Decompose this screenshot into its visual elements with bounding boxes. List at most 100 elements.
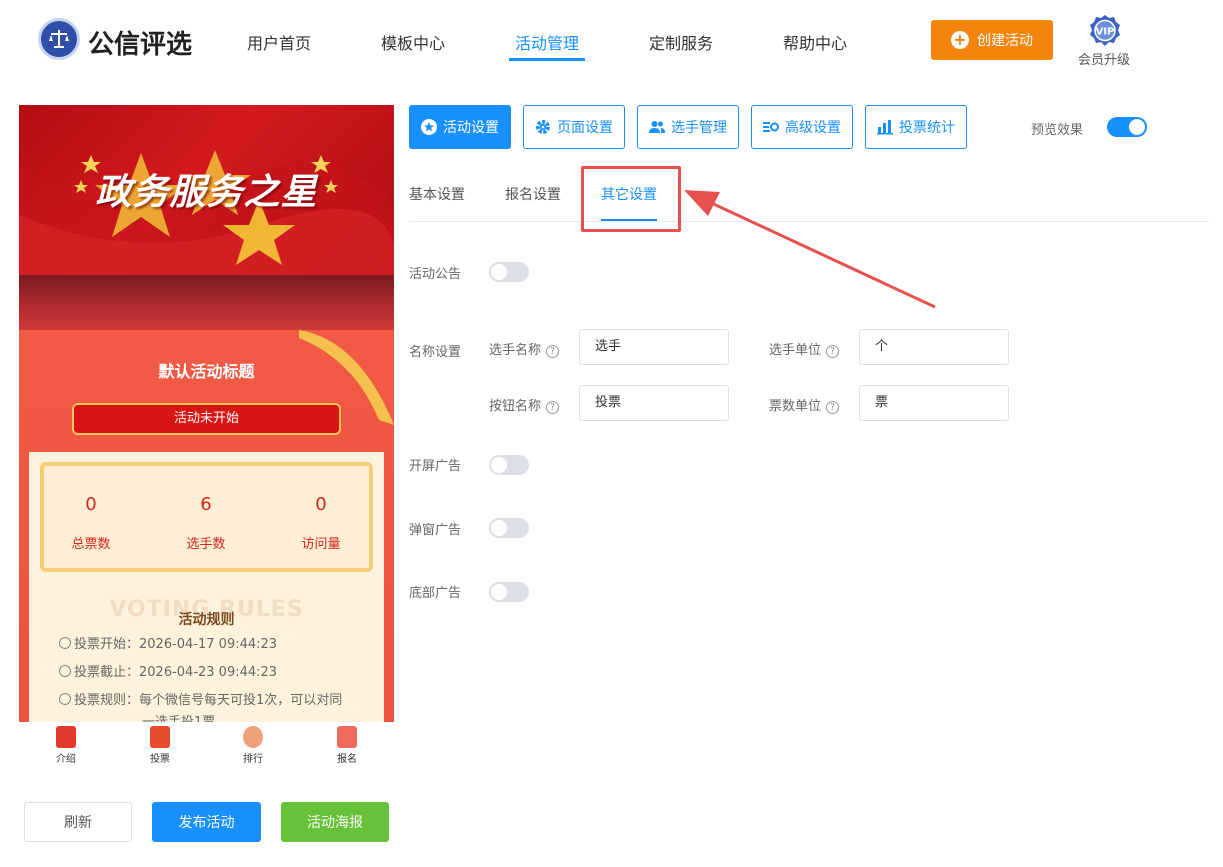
notice-toggle[interactable] xyxy=(489,262,529,282)
preview-effect-toggle[interactable] xyxy=(1107,117,1147,137)
top-header: 公信评选 用户首页 模板中心 活动管理 定制服务 帮助中心 + 创建活动 VIP… xyxy=(0,0,1223,80)
tab-signup-label: 报名 xyxy=(337,754,357,765)
vip-icon[interactable]: VIP xyxy=(1088,14,1122,48)
help-icon[interactable]: ? xyxy=(826,401,840,414)
nav-templates[interactable]: 模板中心 xyxy=(381,30,445,54)
bar-chart-icon xyxy=(877,120,893,135)
splash-ad-label: 开屏广告 xyxy=(409,459,462,474)
rules-title: 活动规则 xyxy=(178,612,235,628)
help-icon[interactable]: ? xyxy=(546,401,560,414)
sliders-icon xyxy=(763,122,779,132)
tab-intro-label: 介绍 xyxy=(56,754,76,765)
refresh-button[interactable]: 刷新 xyxy=(24,802,132,842)
info-icon xyxy=(59,693,71,705)
help-icon[interactable]: ? xyxy=(826,345,840,358)
tab-basic-settings[interactable]: 基本设置 xyxy=(409,184,465,204)
nav-home[interactable]: 用户首页 xyxy=(247,30,311,54)
stat-visits-value: 0 xyxy=(315,494,327,515)
button-name-input[interactable]: 投票 xyxy=(579,385,729,421)
activity-status-ribbon: 活动未开始 xyxy=(74,405,339,433)
toggle-knob xyxy=(1129,119,1145,135)
player-name-label: 选手名称 xyxy=(489,343,542,358)
stat-visits-label: 访问量 xyxy=(301,537,341,552)
popup-ad-label: 弹窗广告 xyxy=(409,523,462,538)
medal-icon xyxy=(243,726,263,748)
tab-ranking[interactable]: 排行 xyxy=(228,726,278,765)
vote-unit-input[interactable]: 票 xyxy=(859,385,1009,421)
button-name-field-label: 按钮名称? xyxy=(489,395,560,414)
toggle-knob xyxy=(491,520,507,536)
create-activity-label: 创建活动 xyxy=(977,33,1033,49)
annotation-arrow-icon xyxy=(684,190,936,309)
player-name-input[interactable]: 选手 xyxy=(579,329,729,365)
nav-activity-management[interactable]: 活动管理 xyxy=(515,30,579,54)
star-icon xyxy=(421,119,437,135)
tab-signup-settings[interactable]: 报名设置 xyxy=(505,184,561,204)
activity-title: 默认活动标题 xyxy=(158,362,255,381)
stat-players-value: 6 xyxy=(200,494,212,515)
intro-icon xyxy=(56,726,76,748)
tab-vote[interactable]: 投票 xyxy=(135,726,185,765)
button-name-label: 按钮名称 xyxy=(489,399,542,414)
player-unit-input[interactable]: 个 xyxy=(859,329,1009,365)
tab-signup[interactable]: 报名 xyxy=(322,726,372,765)
nav-active-indicator xyxy=(509,58,585,61)
player-management-label: 选手管理 xyxy=(671,120,727,136)
activity-settings-button[interactable]: 活动设置 xyxy=(409,105,511,149)
toggle-knob xyxy=(491,584,507,600)
rule-start: 投票开始：2026-04-17 09:44:23 xyxy=(74,637,278,652)
page-settings-button[interactable]: 页面设置 xyxy=(523,105,625,149)
tab-ranking-label: 排行 xyxy=(243,754,263,765)
preview-effect-label: 预览效果 xyxy=(1031,123,1084,138)
bottom-ad-label: 底部广告 xyxy=(409,586,462,601)
stat-players-label: 选手数 xyxy=(186,537,226,552)
stat-total-votes-value: 0 xyxy=(85,494,97,515)
annotation-highlight-box xyxy=(581,166,681,232)
nav-custom-service[interactable]: 定制服务 xyxy=(649,30,713,54)
help-icon[interactable]: ? xyxy=(546,345,560,358)
stat-total-votes-label: 总票数 xyxy=(71,537,111,552)
preview-banner: 政务服务之星 xyxy=(19,105,394,330)
users-icon xyxy=(649,121,665,133)
plus-icon: + xyxy=(951,31,969,49)
player-management-button[interactable]: 选手管理 xyxy=(637,105,739,149)
brand-name[interactable]: 公信评选 xyxy=(88,24,192,61)
page-settings-label: 页面设置 xyxy=(557,120,613,136)
vote-statistics-label: 投票统计 xyxy=(899,120,955,136)
create-activity-button[interactable]: + 创建活动 xyxy=(931,20,1053,60)
logo-icon[interactable] xyxy=(38,18,80,60)
bottom-ad-toggle[interactable] xyxy=(489,582,529,602)
publish-activity-button[interactable]: 发布活动 xyxy=(152,802,261,842)
rule-limit: 投票规则：每个微信号每天可投1次，可以对同 xyxy=(74,693,343,708)
activity-settings-label: 活动设置 xyxy=(443,120,499,136)
nav-help-center[interactable]: 帮助中心 xyxy=(783,30,847,54)
toggle-knob xyxy=(491,264,507,280)
rule-end: 投票截止：2026-04-23 09:44:23 xyxy=(74,665,278,680)
splash-ad-toggle[interactable] xyxy=(489,455,529,475)
vote-unit-label: 票数单位 xyxy=(769,399,822,414)
clock-icon xyxy=(59,665,71,677)
activity-poster-button[interactable]: 活动海报 xyxy=(281,802,389,842)
tab-vote-label: 投票 xyxy=(150,754,170,765)
name-settings-label: 名称设置 xyxy=(409,345,462,360)
gear-icon xyxy=(536,120,550,134)
preview-tabbar: 介绍 投票 排行 报名 xyxy=(19,722,394,772)
advanced-settings-button[interactable]: 高级设置 xyxy=(751,105,853,149)
clock-icon xyxy=(59,637,71,649)
tab-intro[interactable]: 介绍 xyxy=(41,726,91,765)
vip-badge-text: VIP xyxy=(1096,27,1115,38)
banner-title: 政务服务之星 xyxy=(95,171,318,213)
advanced-settings-label: 高级设置 xyxy=(785,120,841,136)
player-unit-field-label: 选手单位? xyxy=(769,339,840,358)
hand-icon xyxy=(337,726,357,748)
banner-mountains xyxy=(19,275,394,330)
popup-ad-toggle[interactable] xyxy=(489,518,529,538)
vote-statistics-button[interactable]: 投票统计 xyxy=(865,105,967,149)
notice-label: 活动公告 xyxy=(409,267,462,282)
stats-box xyxy=(40,462,373,572)
player-unit-label: 选手单位 xyxy=(769,343,822,358)
player-name-field-label: 选手名称? xyxy=(489,339,560,358)
vote-icon xyxy=(150,726,170,748)
mobile-preview: 政务服务之星 默认活动标题 活动未开始 0 总票数 6 选手数 0 访问量 VO… xyxy=(19,105,394,772)
vip-upgrade-label[interactable]: 会员升级 xyxy=(1078,49,1130,68)
